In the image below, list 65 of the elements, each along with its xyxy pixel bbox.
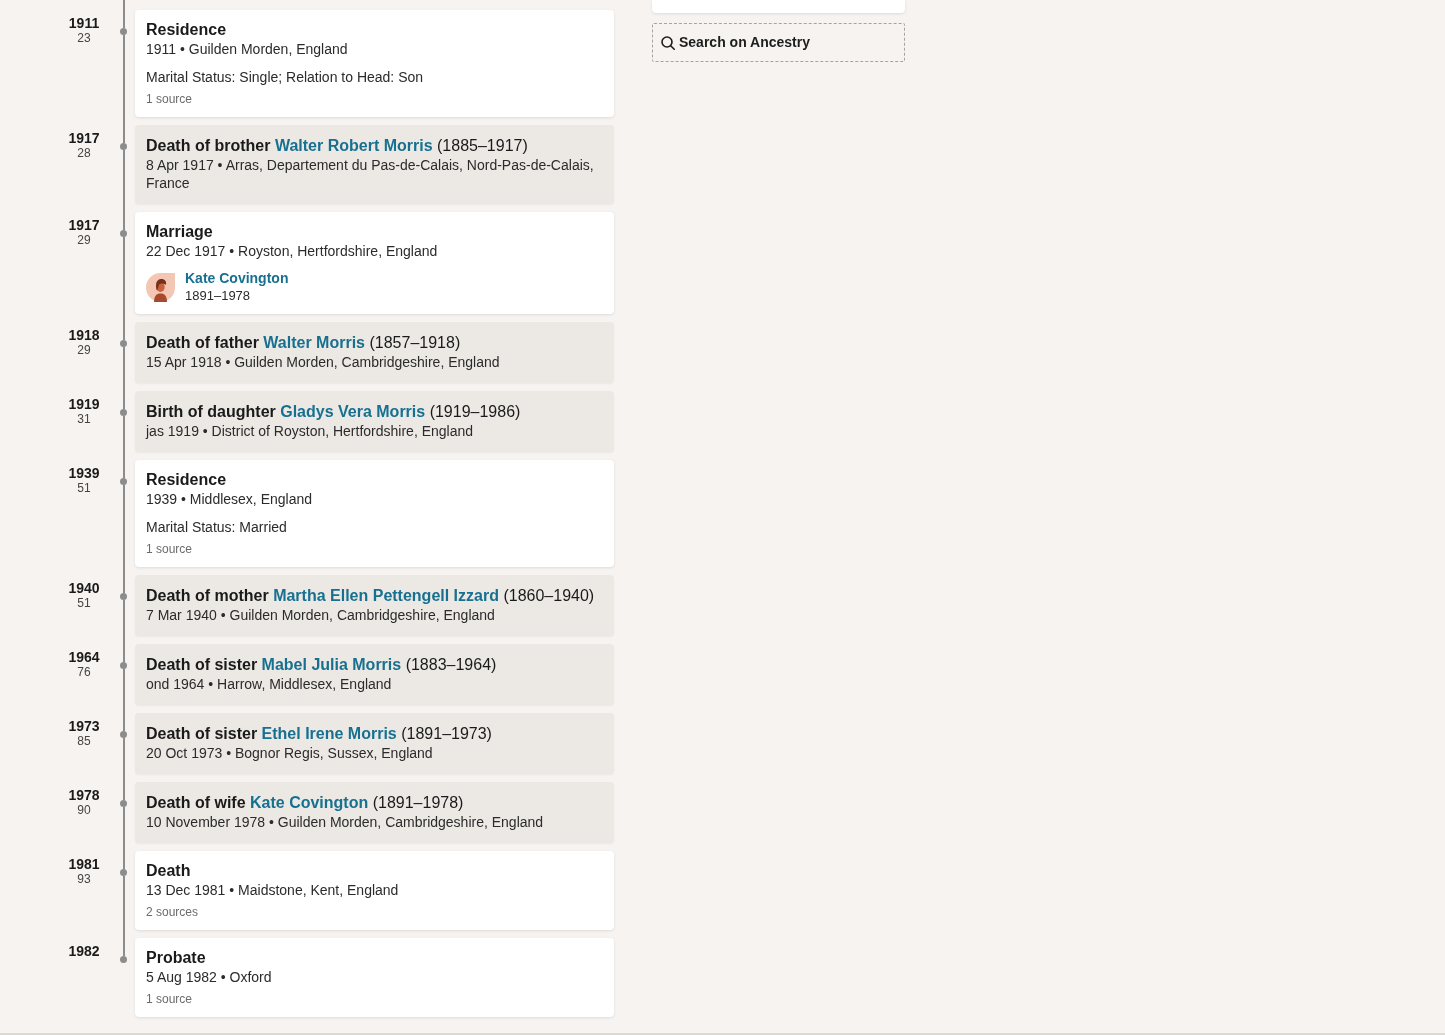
- event-date-place: 1911 • Guilden Morden, England: [146, 40, 349, 58]
- event-title: Death of brother Walter Robert Morris (1885–1917): [146, 136, 529, 156]
- age-at-event: 29: [77, 233, 91, 248]
- age-at-event: 23: [77, 31, 91, 46]
- event-year: 1940: [68, 580, 100, 596]
- event-title: Death of sister Mabel Julia Morris (1883–1964): [146, 655, 498, 675]
- relative-name-link[interactable]: Ethel Irene Morris: [261, 725, 397, 742]
- age-at-event: 93: [77, 872, 91, 887]
- age-at-event: 29: [77, 343, 91, 358]
- event-title: Residence: [146, 20, 228, 40]
- event-year: 1919: [68, 396, 100, 412]
- age-at-event: 31: [77, 412, 91, 427]
- event-year: 1981: [68, 856, 100, 872]
- age-at-event: 51: [77, 481, 91, 496]
- event-year: 1917: [68, 130, 100, 146]
- age-at-event: 51: [77, 596, 91, 611]
- avatar-silhouette-icon: [146, 272, 175, 302]
- age-at-event: 90: [77, 803, 91, 818]
- event-year: 1982: [68, 943, 100, 959]
- event-title: Marriage: [146, 222, 214, 242]
- age-at-event: 28: [77, 146, 91, 161]
- event-title: Death of father Walter Morris (1857–1918): [146, 333, 462, 353]
- age-at-event: 76: [77, 665, 91, 680]
- event-title: Death of sister Ethel Irene Morris (1891–1973): [146, 724, 493, 744]
- source-count: 1 source: [146, 541, 194, 557]
- relative-name-link[interactable]: Walter Morris: [263, 334, 365, 351]
- event-year: 1964: [68, 649, 100, 665]
- event-date-place: 5 Aug 1982 • Oxford: [146, 968, 273, 986]
- search-icon: [661, 35, 675, 50]
- relative-name-link[interactable]: Kate Covington: [250, 794, 369, 811]
- age-at-event: 85: [77, 734, 91, 749]
- event-year: 1939: [68, 465, 100, 481]
- event-date-place: 22 Dec 1917 • Royston, Hertfordshire, England: [146, 242, 439, 260]
- event-date-place: ond 1964 • Harrow, Middlesex, England: [146, 675, 393, 693]
- event-title: Birth of daughter Gladys Vera Morris (1919–1986): [146, 402, 522, 422]
- event-title: Residence: [146, 470, 228, 490]
- event-title: Death of wife Kate Covington (1891–1978): [146, 793, 465, 813]
- event-date-place: 10 November 1978 • Guilden Morden, Cambridgeshire, England: [146, 813, 545, 831]
- event-detail: Marital Status: Single; Relation to Head: Son: [146, 68, 425, 86]
- event-year: 1978: [68, 787, 100, 803]
- event-date-place: 20 Oct 1973 • Bognor Regis, Sussex, England: [146, 744, 434, 762]
- event-date-place: 7 Mar 1940 • Guilden Morden, Cambridgeshire, England: [146, 606, 496, 624]
- event-year: 1911: [68, 15, 100, 31]
- event-title: Probate: [146, 948, 207, 968]
- relative-name-link[interactable]: Mabel Julia Morris: [261, 656, 402, 673]
- relative-name-link[interactable]: Walter Robert Morris: [274, 137, 433, 154]
- spouse-lifespan: 1891–1978: [185, 287, 252, 304]
- event-year: 1918: [68, 327, 100, 343]
- event-year: 1917: [68, 217, 100, 233]
- event-detail: Marital Status: Married: [146, 518, 288, 536]
- source-count: 1 source: [146, 991, 194, 1007]
- source-count: 1 source: [146, 91, 194, 107]
- relative-name-link[interactable]: Martha Ellen Pettengell Izzard: [273, 587, 499, 604]
- event-date-place: 15 Apr 1918 • Guilden Morden, Cambridgeshire, England: [146, 353, 501, 371]
- event-title: Death of mother Martha Ellen Pettengell Izzard (1860–1940): [146, 586, 596, 606]
- event-date-place: 8 Apr 1917 • Arras, Departement du Pas-de-Calais, Nord-Pas-de-Calais, France: [146, 156, 595, 192]
- event-title: Death: [146, 861, 192, 881]
- search-button[interactable]: Search on Ancestry: [652, 23, 905, 62]
- event-year: 1973: [68, 718, 100, 734]
- event-date-place: 13 Dec 1981 • Maidstone, Kent, England: [146, 881, 400, 899]
- event-date-place: jas 1919 • District of Royston, Hertfordshire, England: [146, 422, 475, 440]
- source-count: 2 sources: [146, 904, 200, 920]
- spouse-name-link[interactable]: Kate Covington: [185, 270, 289, 287]
- event-date-place: 1939 • Middlesex, England: [146, 490, 313, 508]
- relative-name-link[interactable]: Gladys Vera Morris: [280, 403, 426, 420]
